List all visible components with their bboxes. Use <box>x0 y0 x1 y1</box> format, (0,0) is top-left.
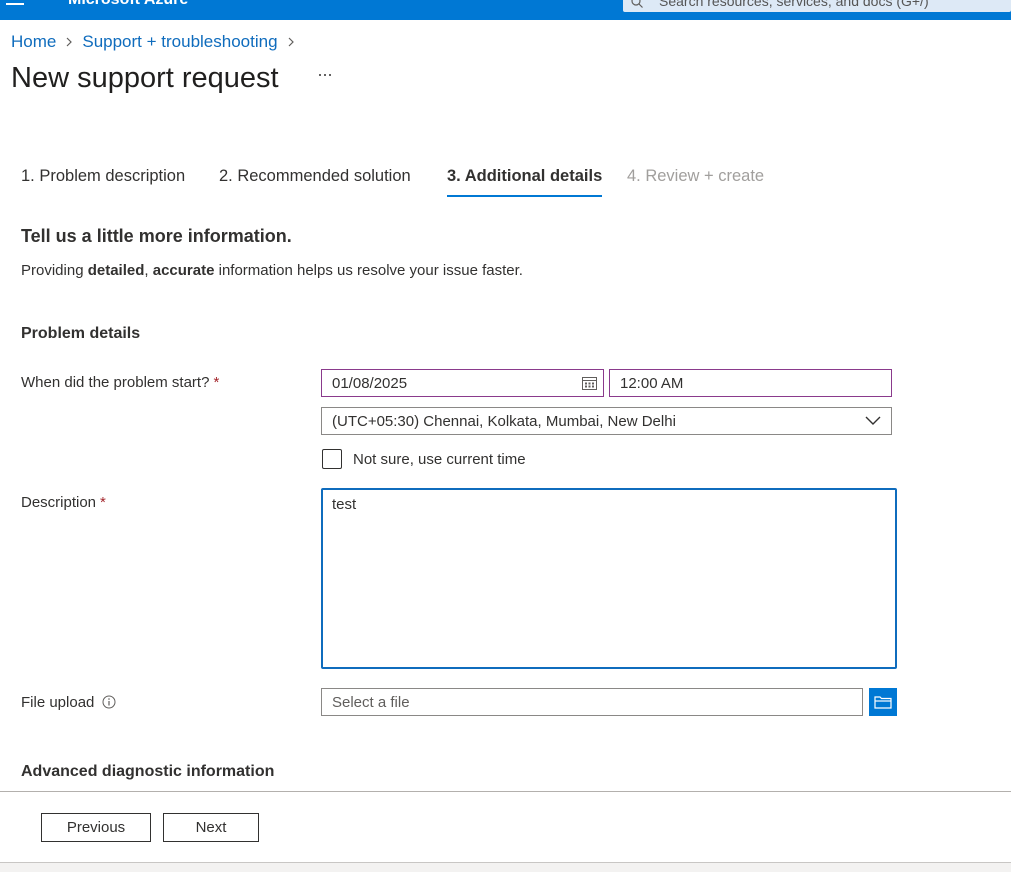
next-button[interactable]: Next <box>163 813 259 842</box>
not-sure-checkbox[interactable] <box>322 449 342 469</box>
search-icon <box>631 0 643 8</box>
not-sure-label[interactable]: Not sure, use current time <box>353 451 526 468</box>
date-value: 01/08/2025 <box>332 374 408 392</box>
section-heading: Tell us a little more information. <box>21 226 292 246</box>
problem-start-label: When did the problem start? * <box>21 374 220 391</box>
date-input[interactable]: 01/08/2025 <box>321 369 604 397</box>
breadcrumb-support[interactable]: Support + troubleshooting <box>82 32 277 52</box>
tab-review-create: 4. Review + create <box>627 167 765 185</box>
file-select-input[interactable]: Select a file <box>321 688 863 716</box>
advanced-diagnostic-heading: Advanced diagnostic information <box>21 763 275 780</box>
chevron-right-icon <box>288 37 294 47</box>
time-value: 12:00 AM <box>620 374 684 392</box>
time-input[interactable]: 12:00 AM <box>609 369 892 397</box>
problem-details-heading: Problem details <box>21 325 141 342</box>
brand-name[interactable]: Microsoft Azure <box>68 0 188 9</box>
required-mark: * <box>100 494 106 511</box>
required-mark: * <box>213 374 220 391</box>
hamburger-menu-icon[interactable] <box>6 0 24 6</box>
timezone-value: (UTC+05:30) Chennai, Kolkata, Mumbai, Ne… <box>332 412 676 430</box>
description-textarea[interactable]: test <box>321 488 897 669</box>
footer-divider <box>0 791 1011 792</box>
info-icon[interactable] <box>102 695 116 709</box>
search-placeholder: Search resources, services, and docs (G+… <box>659 0 929 9</box>
global-search-box[interactable]: Search resources, services, and docs (G+… <box>623 0 1011 12</box>
browse-file-button[interactable] <box>869 688 897 716</box>
file-upload-label: File upload <box>21 694 116 711</box>
tab-problem-description[interactable]: 1. Problem description <box>21 167 185 186</box>
chevron-down-icon <box>865 416 881 425</box>
page-title: New support request <box>11 62 279 94</box>
breadcrumb: Home Support + troubleshooting <box>11 32 304 52</box>
tab-recommended-solution[interactable]: 2. Recommended solution <box>219 167 411 186</box>
file-placeholder: Select a file <box>332 693 410 711</box>
top-bar: Microsoft Azure Search resources, servic… <box>0 0 1011 20</box>
previous-button[interactable]: Previous <box>41 813 151 842</box>
folder-icon <box>874 696 892 709</box>
chevron-right-icon <box>66 37 73 47</box>
timezone-select[interactable]: (UTC+05:30) Chennai, Kolkata, Mumbai, Ne… <box>321 407 892 435</box>
more-options-icon[interactable] <box>318 72 334 78</box>
breadcrumb-home[interactable]: Home <box>11 32 56 52</box>
tab-additional-details[interactable]: 3. Additional details <box>447 167 603 197</box>
calendar-icon[interactable] <box>582 376 597 390</box>
intro-text: Providing detailed, accurate information… <box>21 262 523 279</box>
description-label: Description * <box>21 494 106 511</box>
